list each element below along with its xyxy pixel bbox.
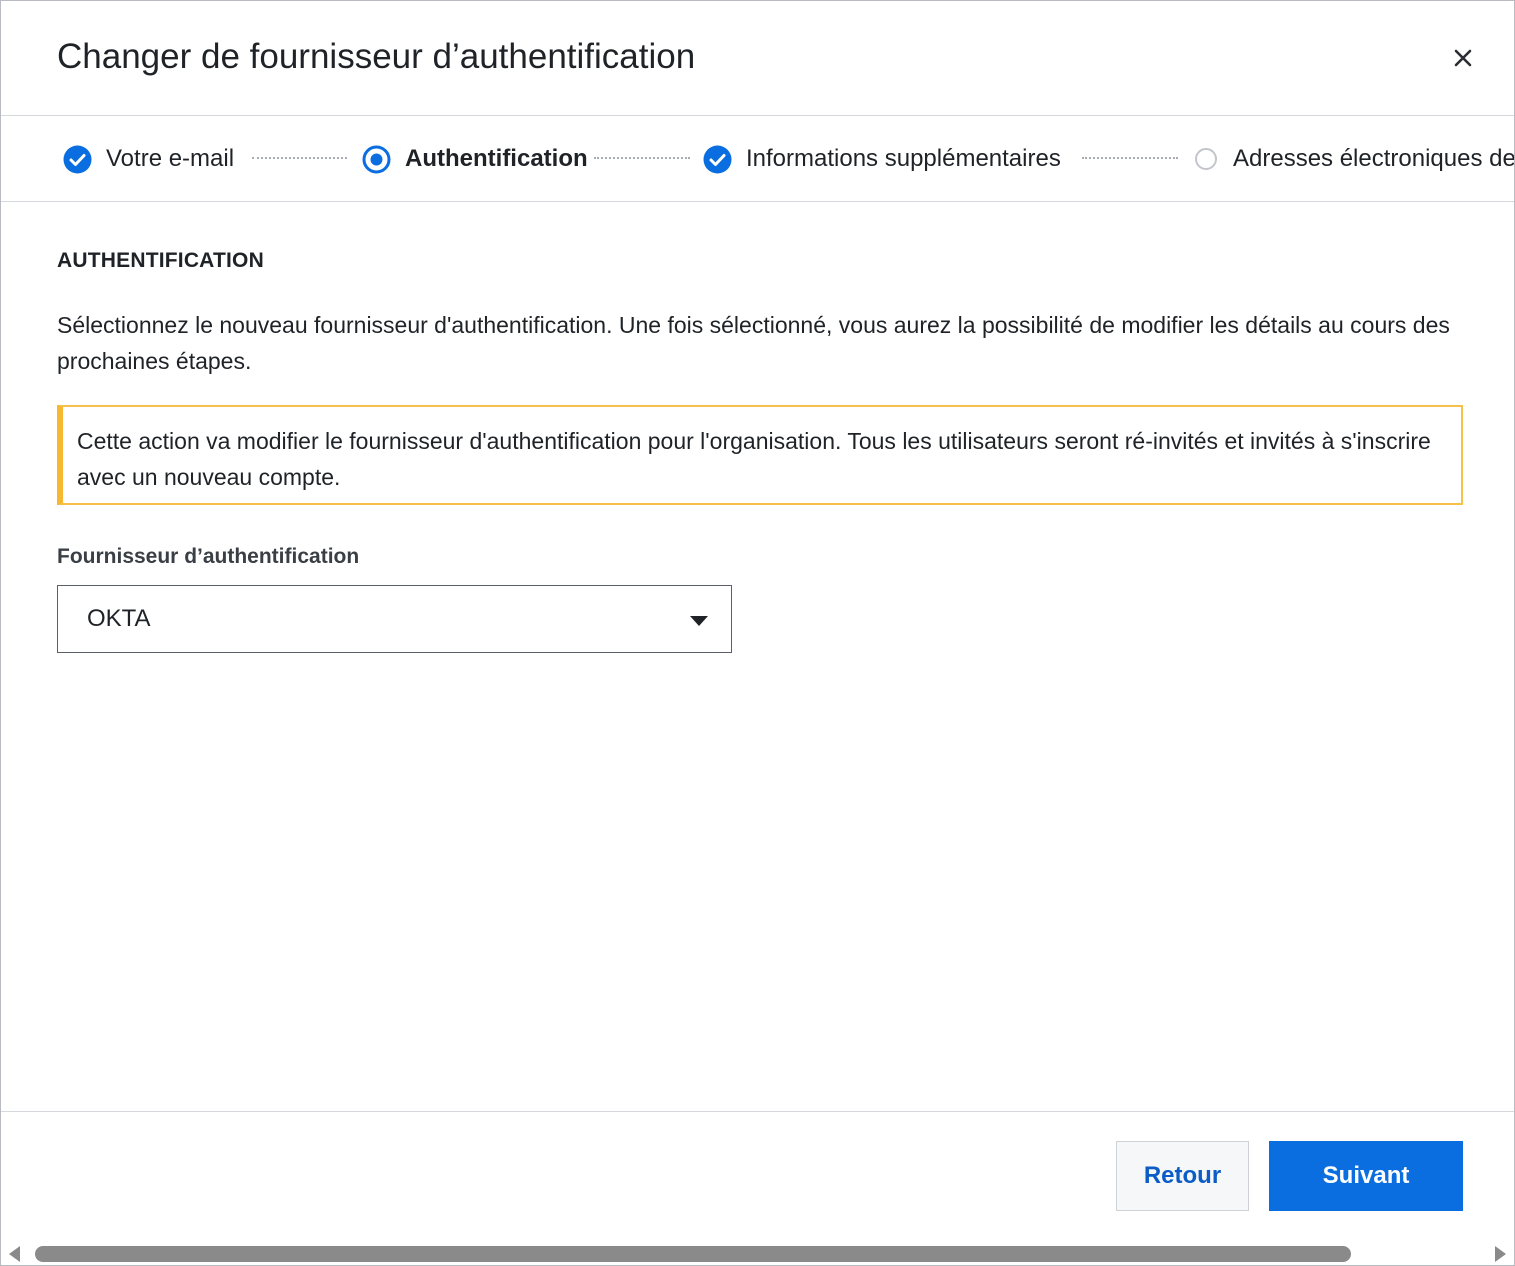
back-button[interactable]: Retour [1116, 1141, 1249, 1211]
check-circle-icon [63, 145, 92, 173]
provider-field-label: Fournisseur d’authentification [57, 545, 360, 568]
scroll-left-arrow-icon[interactable] [7, 1245, 21, 1263]
close-icon [1454, 49, 1472, 67]
step-label: Informations supplémentaires [746, 145, 1061, 172]
section-title: AUTHENTIFICATION [57, 249, 264, 272]
radio-selected-icon [362, 145, 391, 173]
step-label: Authentification [405, 145, 588, 172]
change-auth-provider-dialog: Changer de fournisseur d’authentificatio… [0, 0, 1515, 1266]
check-circle-icon [703, 145, 732, 173]
step-email-addresses[interactable]: Adresses électroniques de [1193, 142, 1514, 176]
scroll-right-arrow-icon[interactable] [1494, 1245, 1508, 1263]
intro-text: Sélectionnez le nouveau fournisseur d'au… [57, 312, 1450, 374]
next-button[interactable]: Suivant [1269, 1141, 1463, 1211]
stepper: Votre e-mail Authentification Informatio… [1, 116, 1514, 202]
warning-banner: Cette action va modifier le fournisseur … [57, 405, 1463, 505]
step-your-email[interactable]: Votre e-mail [63, 142, 234, 176]
dialog-header: Changer de fournisseur d’authentificatio… [1, 1, 1514, 116]
step-connector [594, 157, 690, 159]
dialog-footer: Retour Suivant [1, 1111, 1514, 1242]
provider-select[interactable]: OKTA [57, 585, 732, 653]
close-button[interactable] [1446, 41, 1480, 75]
horizontal-scrollbar[interactable] [1, 1241, 1514, 1265]
provider-select-value: OKTA [87, 605, 151, 632]
dialog-title: Changer de fournisseur d’authentificatio… [57, 37, 696, 76]
step-connector [1082, 157, 1178, 159]
step-label: Adresses électroniques de [1233, 145, 1514, 172]
step-authentication[interactable]: Authentification [362, 142, 588, 176]
caret-down-icon [690, 616, 708, 626]
step-label: Votre e-mail [106, 145, 235, 172]
step-connector [252, 157, 347, 159]
empty-circle-icon [1195, 148, 1217, 170]
scrollbar-thumb[interactable] [35, 1246, 1351, 1262]
step-additional-info[interactable]: Informations supplémentaires [703, 142, 1061, 176]
